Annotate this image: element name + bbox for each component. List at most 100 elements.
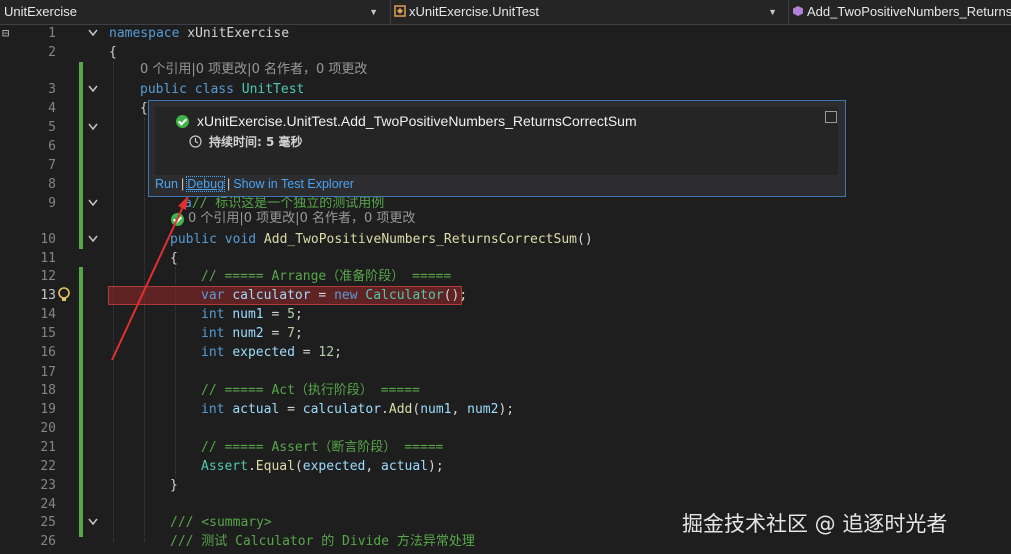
line-number: 14	[40, 307, 56, 322]
code-line: {	[109, 45, 117, 60]
variable: num2	[232, 326, 264, 341]
operator: =	[294, 345, 319, 360]
line-number: 6	[48, 139, 56, 154]
comment-line: // ===== Assert（断言阶段） =====	[201, 440, 444, 455]
operator: =	[263, 307, 288, 322]
punctuation: ;	[294, 307, 303, 322]
lightbulb-icon[interactable]	[57, 286, 71, 304]
line-number: 22	[40, 459, 56, 474]
class-name: Assert	[201, 459, 248, 474]
project-label: UnitExercise	[4, 4, 77, 19]
collapse-icon[interactable]	[87, 84, 99, 94]
keyword: int	[201, 307, 225, 322]
code-line: public class UnitTest	[140, 80, 304, 99]
navigation-bar: UnitExercise ▼ xUnitExercise.UnitTest ▼ …	[0, 0, 1011, 25]
variable: num1	[232, 307, 264, 322]
line-number: 17	[40, 365, 56, 380]
collapse-icon[interactable]	[87, 28, 99, 38]
change-bar	[79, 62, 83, 249]
line-number: 7	[48, 158, 56, 173]
keyword: int	[201, 326, 225, 341]
code-line: int num2 = 7;	[201, 324, 303, 343]
collapse-icon[interactable]	[87, 517, 99, 527]
line-number: 23	[40, 478, 56, 493]
keyword: namespace	[109, 26, 180, 41]
member-dropdown[interactable]: Add_TwoPositiveNumbers_Returns	[788, 0, 1011, 24]
code-line: int num1 = 5;	[201, 305, 303, 324]
punctuation: ,	[451, 402, 468, 417]
line-number-active: 13	[40, 288, 56, 303]
method-name: Add_TwoPositiveNumbers_ReturnsCorrectSum	[263, 232, 577, 247]
punctuation: (	[412, 402, 421, 417]
class-name: Calculator	[365, 288, 444, 303]
watermark: 掘金技术社区 @ 追逐时光者	[682, 512, 948, 536]
line-number: 5	[48, 120, 56, 135]
test-result-popup: xUnitExercise.UnitTest.Add_TwoPositiveNu…	[148, 100, 846, 197]
line-number: 9	[48, 196, 56, 211]
test-passed-icon	[176, 115, 189, 128]
punctuation: ;	[294, 326, 303, 341]
class-icon	[394, 5, 406, 17]
variable: calculator	[232, 288, 311, 303]
line-number: 15	[40, 326, 56, 341]
namespace-name: xUnitExercise	[187, 26, 290, 41]
type-label: xUnitExercise.UnitTest	[409, 4, 540, 19]
code-line: }	[170, 478, 178, 493]
code-line: Assert.Equal(expected, actual);	[201, 457, 444, 476]
collapse-icon[interactable]	[87, 198, 99, 208]
line-number: 18	[40, 383, 56, 398]
code-line: {	[140, 101, 148, 116]
line-number: 21	[40, 440, 56, 455]
annotation-arrow	[111, 195, 189, 361]
punctuation: (	[294, 459, 303, 474]
doc-comment-line: /// <summary>	[170, 515, 272, 530]
code-line: var calculator = new Calculator();	[201, 286, 467, 305]
line-number: 26	[40, 534, 56, 549]
code-line: public void Add_TwoPositiveNumbers_Retur…	[170, 230, 593, 249]
chevron-down-icon: ▼	[768, 7, 777, 17]
line-number: 12	[40, 269, 56, 284]
test-name: xUnitExercise.UnitTest.Add_TwoPositiveNu…	[197, 113, 637, 129]
punctuation: ()	[577, 232, 593, 247]
number: 7	[287, 326, 295, 341]
test-duration: 持续时间: 5 毫秒	[209, 135, 303, 149]
line-number: 16	[40, 345, 56, 360]
punctuation: .	[247, 459, 256, 474]
method-name: Add	[388, 402, 413, 417]
variable: expected	[232, 345, 295, 360]
separator: |	[227, 177, 231, 191]
variable: actual	[381, 459, 429, 474]
code-line: int expected = 12;	[201, 343, 342, 362]
method-icon	[793, 6, 803, 16]
method-name: Equal	[255, 459, 295, 474]
number: 12	[318, 345, 335, 360]
line-number: 8	[48, 177, 56, 192]
open-external-icon[interactable]	[825, 111, 837, 123]
separator: |	[180, 177, 185, 191]
keyword: var	[201, 288, 225, 303]
variable: num1	[420, 402, 452, 417]
collapse-icon[interactable]	[87, 234, 99, 244]
run-link[interactable]: Run	[155, 177, 178, 191]
line-number: 19	[40, 402, 56, 417]
codelens-references[interactable]: 0 个引用|0 项更改|0 名作者，0 项更改	[188, 209, 415, 228]
keyword: int	[201, 345, 225, 360]
type-dropdown[interactable]: xUnitExercise.UnitTest ▼	[390, 0, 783, 24]
show-in-test-explorer-link[interactable]: Show in Test Explorer	[233, 177, 354, 191]
variable: calculator	[302, 402, 382, 417]
line-number: 3	[48, 82, 56, 97]
codelens-references[interactable]: 0 个引用|0 项更改|0 名作者，0 项更改	[140, 60, 367, 79]
variable: num2	[467, 402, 499, 417]
collapse-icon[interactable]	[87, 122, 99, 132]
line-number: 10	[40, 232, 56, 247]
debug-link[interactable]: Debug	[186, 176, 226, 192]
keyword: public class	[140, 82, 234, 97]
line-number: 24	[40, 497, 56, 512]
project-dropdown[interactable]: UnitExercise ▼	[0, 0, 384, 24]
operator: =	[279, 402, 303, 417]
line-number: 1	[48, 26, 56, 41]
punctuation: ();	[443, 288, 468, 303]
comment-line: // ===== Arrange（准备阶段） =====	[201, 269, 452, 284]
line-number: 2	[48, 45, 56, 60]
variable: actual	[232, 402, 280, 417]
